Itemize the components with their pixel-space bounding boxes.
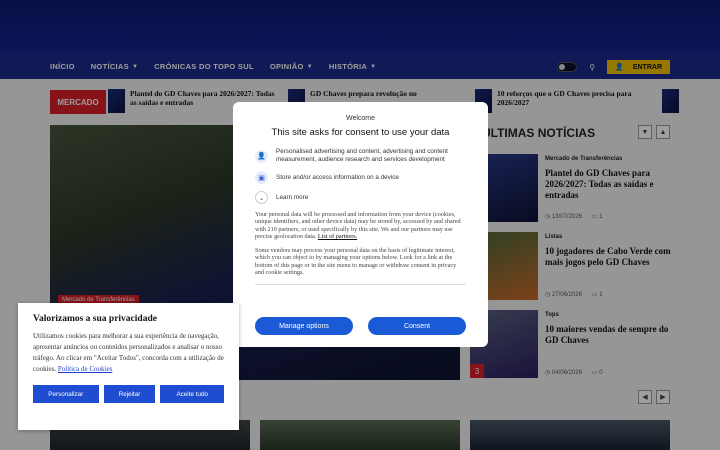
learn-more-toggle[interactable]: ⌄ Learn more (255, 191, 466, 204)
chevron-down-icon: ⌄ (255, 191, 268, 204)
person-icon: 👤 (255, 149, 268, 163)
cookie-policy-link[interactable]: Política de Cookies (58, 365, 112, 373)
accept-all-button[interactable]: Aceite tudo (160, 385, 224, 403)
consent-purpose: ▣ Store and/or access information on a d… (255, 171, 466, 184)
consent-buttons: Manage options Consent (255, 317, 466, 335)
consent-purpose: 👤 Personalised advertising and content, … (255, 148, 466, 164)
partners-link[interactable]: List of partners. (318, 233, 357, 240)
reject-button[interactable]: Rejeitar (103, 385, 156, 403)
cookie-banner: Valorizamos a sua privacidade Utilizamos… (18, 303, 239, 430)
consent-legitimate-interest: Some vendors may process your personal d… (255, 247, 457, 277)
consent-button[interactable]: Consent (368, 317, 466, 335)
consent-dialog: Welcome This site asks for consent to us… (233, 102, 488, 347)
cookie-banner-title: Valorizamos a sua privacidade (33, 314, 157, 324)
consent-welcome: Welcome (345, 115, 376, 122)
consent-title: This site asks for consent to use your d… (271, 127, 450, 138)
consent-description: Your personal data will be processed and… (255, 211, 461, 240)
divider (255, 284, 466, 286)
device-icon: ▣ (255, 171, 268, 184)
cookie-banner-text: Utilizamos cookies para melhorar a sua e… (33, 332, 224, 373)
manage-options-button[interactable]: Manage options (255, 317, 353, 335)
cookie-banner-buttons: Personalizar Rejeitar Aceite tudo (33, 385, 224, 403)
customize-button[interactable]: Personalizar (33, 385, 99, 403)
